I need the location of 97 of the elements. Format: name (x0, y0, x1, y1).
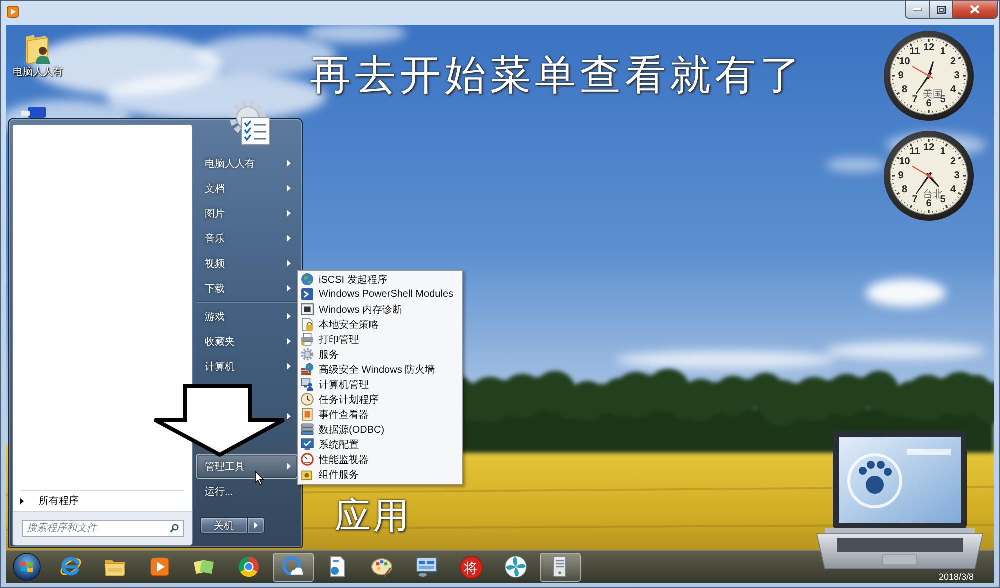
clock-icon (301, 393, 314, 406)
close-button[interactable] (953, 1, 998, 19)
submenu-item[interactable]: 性能监视器 (298, 452, 462, 467)
start-menu-item[interactable]: 音乐 (196, 226, 298, 251)
all-programs-button[interactable]: 所有程序 (13, 491, 184, 511)
marker-icon (20, 106, 48, 120)
start-menu-item[interactable]: 收藏夹 (196, 329, 298, 354)
submenu-item[interactable]: 计算机管理 (298, 377, 462, 392)
clock-numeral: 2 (950, 56, 956, 68)
submenu-item[interactable]: 高级安全 Windows 防火墙 (298, 362, 462, 377)
clock-numeral: 8 (902, 84, 908, 96)
submenu-item[interactable]: 组件服务 (298, 467, 462, 482)
taskbar-button[interactable] (540, 552, 580, 582)
clock-numeral: 9 (898, 70, 904, 82)
computer-user-icon (301, 378, 314, 391)
drive-stack-icon (301, 423, 314, 436)
maximize-button[interactable] (930, 1, 953, 19)
submenu-item[interactable]: 数据源(ODBC) (298, 422, 462, 437)
terminal-icon (301, 288, 314, 301)
gear-icon (301, 348, 314, 361)
shutdown-options-button[interactable] (248, 517, 265, 534)
clock-numeral: 7 (912, 194, 918, 206)
log-document-icon (301, 408, 314, 421)
start-menu-item[interactable]: 运行... (196, 479, 298, 504)
clock-numeral: 10 (899, 56, 910, 68)
clock-numeral: 6 (926, 98, 932, 110)
close-icon (970, 5, 980, 14)
restore-icon (936, 6, 946, 14)
clock-numeral: 12 (923, 142, 935, 154)
start-menu-item[interactable]: 管理工具 (196, 454, 298, 479)
shutdown-button[interactable]: 关机 (200, 517, 248, 534)
minimize-icon (913, 8, 922, 11)
submenu-item[interactable]: 系统配置 (298, 437, 462, 452)
caret-right-icon (20, 498, 24, 504)
mouse-pointer-icon (255, 471, 265, 486)
clock-numeral: 4 (950, 184, 956, 196)
taskbar-date: 2018/3/8 (938, 572, 974, 582)
clock-numeral: 9 (898, 170, 904, 182)
swirl-icon (504, 555, 528, 579)
media-player-icon (148, 555, 172, 579)
start-orb-icon (13, 553, 41, 581)
gear-checklist-icon (228, 99, 272, 147)
chip-icon (301, 303, 314, 316)
control-panel-icon (414, 555, 438, 579)
caption-text: 应用 (335, 495, 411, 538)
second-hand (912, 66, 934, 79)
submenu-item[interactable]: 服务 (298, 347, 462, 362)
monitor-icon (301, 438, 314, 451)
globe-icon (301, 273, 314, 286)
clock-numeral: 11 (910, 46, 920, 58)
clock-numeral: 2 (950, 156, 956, 168)
submenu-item[interactable]: 任务计划程序 (298, 392, 462, 407)
box-icon (301, 468, 314, 481)
taskbar-button[interactable] (272, 552, 314, 582)
caption-text: 再去开始菜单查看就有了 (310, 51, 805, 100)
clock-numeral: 1 (940, 46, 946, 58)
browser-icon (58, 555, 82, 579)
start-menu-item[interactable]: 电脑人人有 (196, 151, 298, 176)
submenu-item[interactable]: Windows PowerShell Modules (298, 287, 462, 302)
search-icon (170, 524, 179, 533)
submenu-item[interactable]: Windows 内存诊断 (298, 302, 462, 317)
gauge-icon (301, 453, 314, 466)
clock-numeral: 1 (940, 146, 946, 158)
clock-numeral: 6 (926, 198, 932, 210)
printer-icon (301, 333, 314, 346)
minimize-button[interactable] (905, 1, 930, 19)
play-tile-icon (7, 6, 19, 18)
submenu-item[interactable]: iSCSI 发起程序 (298, 272, 462, 287)
clock-numeral: 3 (954, 170, 960, 182)
clock-numeral: 3 (954, 70, 960, 82)
clock-numeral: 4 (950, 84, 956, 96)
clock-numeral: 7 (912, 94, 918, 106)
start-menu-item[interactable]: 计算机 (196, 354, 298, 379)
start-menu-item[interactable]: 游戏 (196, 304, 298, 329)
folder-user-icon (24, 33, 52, 65)
start-menu-item[interactable]: 文档 (196, 176, 298, 201)
lock-document-icon (301, 318, 314, 331)
clock-numeral: 12 (923, 42, 935, 54)
clock-numeral: 5 (940, 94, 946, 106)
clock-numeral: 10 (899, 156, 910, 168)
start-button[interactable] (10, 552, 44, 582)
submenu-item[interactable]: 事件查看器 (298, 407, 462, 422)
clock-numeral: 8 (902, 184, 908, 196)
clock-numeral: 5 (940, 194, 946, 206)
clock-city-label: 台北 (923, 190, 943, 200)
start-menu-item[interactable]: 视频 (196, 251, 298, 276)
color-wheel-icon (236, 555, 260, 579)
submenu-item[interactable]: 本地安全策略 (298, 317, 462, 332)
second-hand (912, 166, 934, 179)
clock-numeral: 11 (910, 146, 920, 158)
start-menu-item[interactable]: 图片 (196, 201, 298, 226)
search-field[interactable]: 搜索程序和文件 (22, 520, 184, 537)
taskbar-button[interactable]: 将 (450, 552, 492, 582)
caret-right-icon (254, 522, 258, 529)
brick-wall-icon (301, 363, 314, 376)
submenu-item[interactable]: 打印管理 (298, 332, 462, 347)
start-menu-item[interactable]: 下载 (196, 276, 298, 301)
